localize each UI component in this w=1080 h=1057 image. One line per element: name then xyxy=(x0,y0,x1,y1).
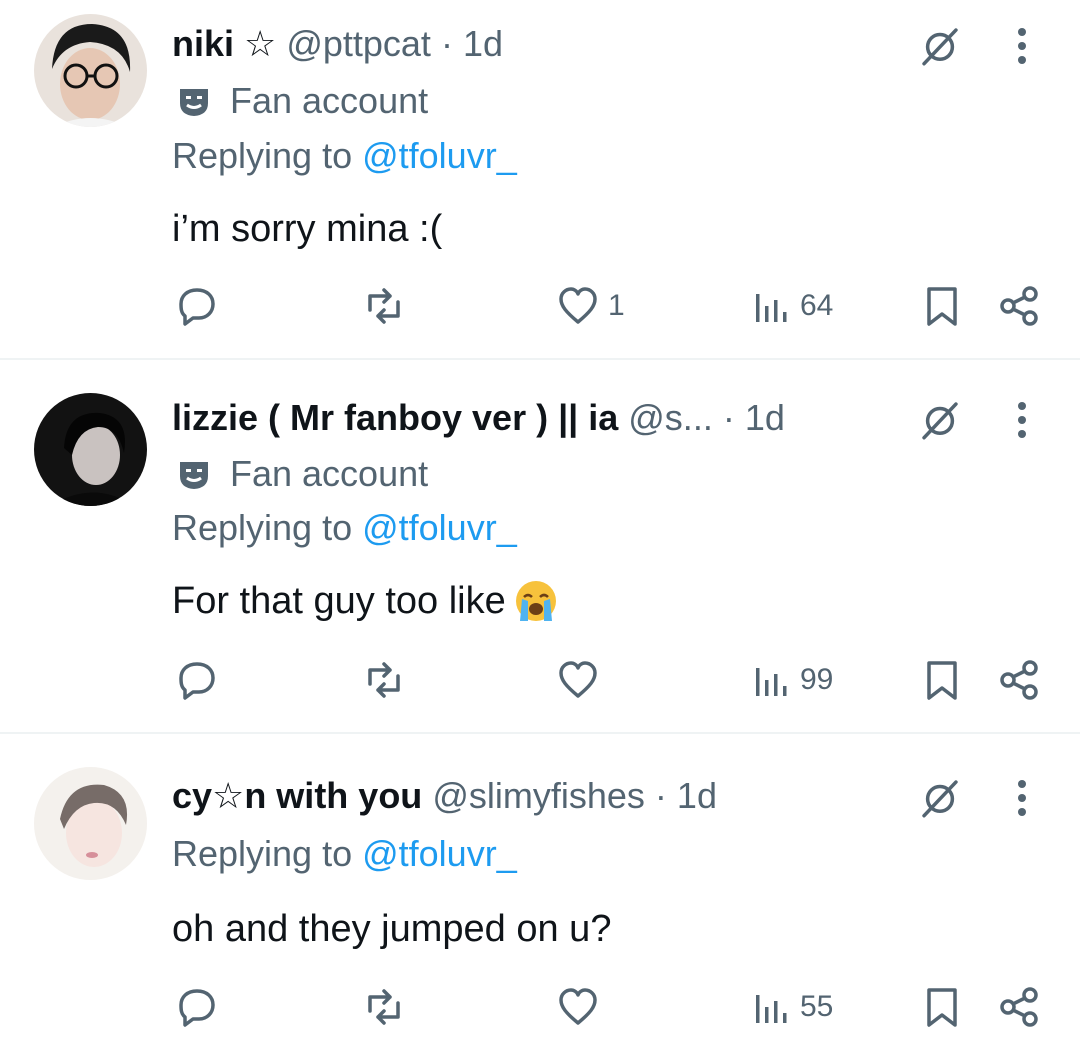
views-icon xyxy=(756,668,787,696)
separator-dot: · xyxy=(440,23,453,64)
replying-prefix: Replying to xyxy=(172,833,363,874)
reply-icon xyxy=(179,989,215,1027)
avatar[interactable] xyxy=(34,14,147,127)
bookmark-icon xyxy=(927,287,957,326)
views-button[interactable]: 64 xyxy=(748,280,833,332)
timestamp[interactable]: 1d xyxy=(745,397,785,438)
views-button[interactable]: 99 xyxy=(748,654,833,706)
more-options-icon[interactable] xyxy=(1000,772,1044,824)
author-line: lizzie ( Mr fanboy ver ) || ia @s... · 1… xyxy=(172,396,870,440)
like-button[interactable] xyxy=(556,654,600,706)
tweet-text: i’m sorry mina :( xyxy=(172,206,442,252)
views-button[interactable]: 55 xyxy=(748,981,833,1033)
replying-prefix: Replying to xyxy=(172,135,363,176)
handle[interactable]: @slimyfishes xyxy=(432,775,645,816)
reply-button[interactable] xyxy=(175,981,219,1033)
like-count: 1 xyxy=(608,289,625,322)
masks-icon xyxy=(180,462,208,489)
reply-icon xyxy=(179,288,215,326)
bookmark-button[interactable] xyxy=(920,280,964,332)
display-name[interactable]: niki ☆ xyxy=(172,23,276,64)
tweet-text: oh and they jumped on u? xyxy=(172,906,611,952)
display-name[interactable]: lizzie ( Mr fanboy ver ) || ia xyxy=(172,397,618,438)
heart-icon xyxy=(559,287,597,324)
grok-icon[interactable] xyxy=(914,20,966,72)
views-count: 55 xyxy=(800,990,834,1023)
reply-icon xyxy=(179,662,215,700)
tweet-3[interactable]: cy☆n with you @slimyfishes · 1d Replying… xyxy=(0,734,1080,1057)
more-options-icon[interactable] xyxy=(1000,20,1044,72)
bookmark-icon xyxy=(927,988,957,1027)
bookmark-button[interactable] xyxy=(920,981,964,1033)
bookmark-button[interactable] xyxy=(920,654,964,706)
mention-link[interactable]: @tfoluvr_ xyxy=(362,507,517,548)
avatar[interactable] xyxy=(34,767,147,880)
share-icon xyxy=(1000,660,1038,700)
mention-link[interactable]: @tfoluvr_ xyxy=(362,135,517,176)
grok-icon[interactable] xyxy=(914,772,966,824)
display-name[interactable]: cy☆n with you xyxy=(172,775,422,816)
retweet-icon xyxy=(368,288,400,324)
share-button[interactable] xyxy=(998,654,1042,706)
views-count: 99 xyxy=(800,663,834,696)
bookmark-icon xyxy=(927,661,957,700)
tweet-text-content: i’m sorry mina :( xyxy=(172,208,443,250)
replying-prefix: Replying to xyxy=(172,507,363,548)
retweet-button[interactable] xyxy=(362,280,406,332)
replying-to: Replying to @tfoluvr_ xyxy=(172,134,517,178)
separator-dot: · xyxy=(722,397,735,438)
like-button[interactable]: 1 xyxy=(556,280,625,332)
label-text: Fan account xyxy=(230,453,429,494)
separator-dot: · xyxy=(654,775,667,816)
share-button[interactable] xyxy=(998,981,1042,1033)
grok-icon[interactable] xyxy=(914,394,966,446)
label-text: Fan account xyxy=(230,80,429,121)
views-icon xyxy=(756,995,787,1023)
handle[interactable]: @pttpcat xyxy=(286,23,431,64)
reply-button[interactable] xyxy=(175,280,219,332)
reply-button[interactable] xyxy=(175,654,219,706)
loudly-crying-face-icon xyxy=(515,581,556,621)
views-count: 64 xyxy=(800,289,834,322)
heart-icon xyxy=(559,661,597,698)
share-button[interactable] xyxy=(998,280,1042,332)
like-button[interactable] xyxy=(556,981,600,1033)
retweet-button[interactable] xyxy=(362,654,406,706)
share-icon xyxy=(1000,987,1038,1027)
tweet-text-content: oh and they jumped on u? xyxy=(172,908,612,950)
heart-icon xyxy=(559,988,597,1025)
replying-to: Replying to @tfoluvr_ xyxy=(172,506,517,550)
mention-link[interactable]: @tfoluvr_ xyxy=(362,833,517,874)
replying-to: Replying to @tfoluvr_ xyxy=(172,832,517,876)
handle[interactable]: @s... xyxy=(628,397,713,438)
views-icon xyxy=(756,294,787,322)
tweet-text: For that guy too like xyxy=(172,578,558,624)
retweet-icon xyxy=(368,989,400,1025)
tweet-1[interactable]: niki ☆ @pttpcat · 1d Fan account Replyin… xyxy=(0,0,1080,358)
avatar[interactable] xyxy=(34,393,147,506)
more-options-icon[interactable] xyxy=(1000,394,1044,446)
retweet-icon xyxy=(368,662,400,698)
share-icon xyxy=(1000,286,1038,326)
masks-icon xyxy=(180,89,208,116)
tweet-2[interactable]: lizzie ( Mr fanboy ver ) || ia @s... · 1… xyxy=(0,360,1080,732)
fan-account-label: Fan account xyxy=(172,452,428,496)
timestamp[interactable]: 1d xyxy=(677,775,717,816)
timestamp[interactable]: 1d xyxy=(463,23,503,64)
retweet-button[interactable] xyxy=(362,981,406,1033)
tweet-text-content: For that guy too like xyxy=(172,580,506,622)
author-line: cy☆n with you @slimyfishes · 1d xyxy=(172,774,870,818)
author-line: niki ☆ @pttpcat · 1d xyxy=(172,22,870,66)
fan-account-label: Fan account xyxy=(172,79,428,123)
